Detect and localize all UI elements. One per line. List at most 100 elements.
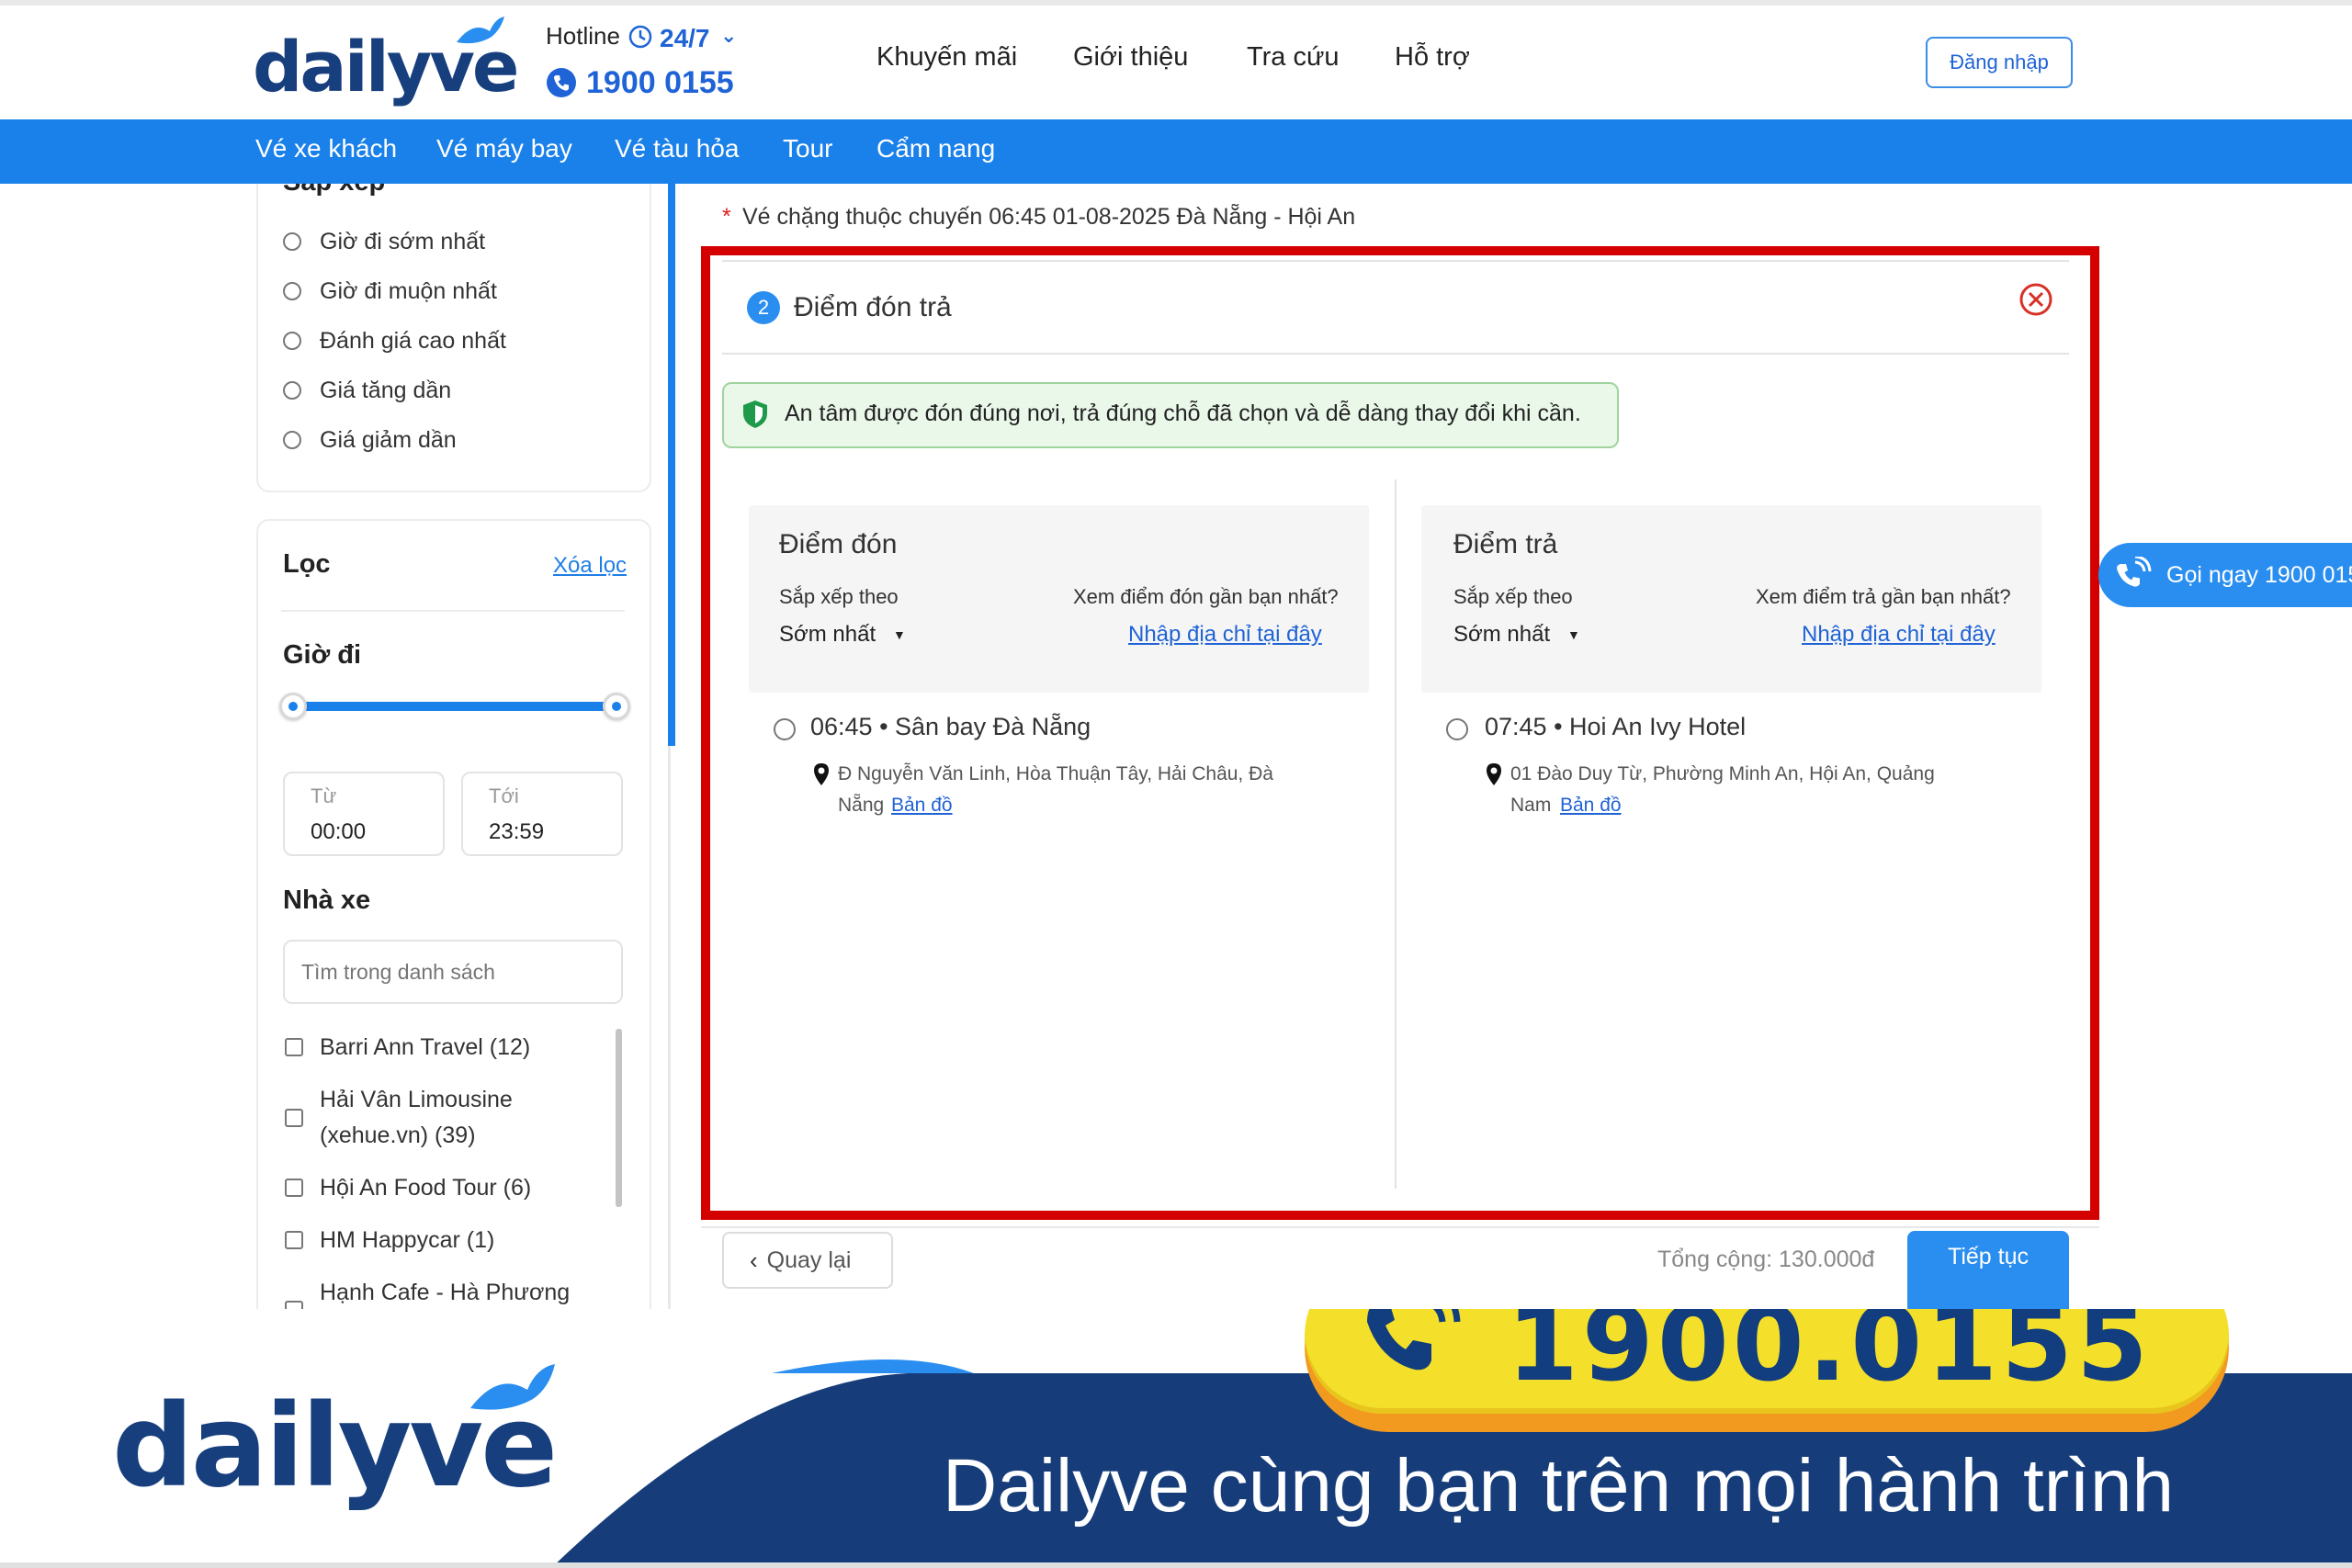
sort-radio[interactable] [283,431,301,449]
logo-bird-icon [457,17,504,44]
dropoff-map-link[interactable]: Bản đồ [1560,790,1622,821]
hotline-label: Hotline [546,22,620,50]
column-separator [1395,479,1396,1189]
pickup-sort-select[interactable]: Sớm nhất ▼ [779,622,908,651]
dropoff-address-line2: Nam [1510,795,1552,816]
results-scroll-indicator[interactable] [668,184,675,746]
chevron-left-icon: ‹ [750,1246,758,1274]
operator-checkbox[interactable] [285,1231,303,1249]
time-to-field[interactable]: Tới 23:59 [461,772,623,856]
pickup-sort-value: Sớm nhất [779,622,876,647]
pickup-address-link[interactable]: Nhập địa chỉ tại đây [1128,622,1322,648]
divider [281,610,625,612]
operator-label[interactable]: Hải Vân Limousine [320,1087,513,1113]
operator-label[interactable]: Hội An Food Tour (6) [320,1175,531,1201]
hotline-hours: 24/7 [660,24,710,52]
continue-label: Tiếp tục [1947,1244,2029,1269]
banner-phone-icon [1367,1309,1461,1371]
dropoff-address-link[interactable]: Nhập địa chỉ tại đây [1802,622,1996,648]
slider-handle-end[interactable] [603,693,630,720]
nav-khuyen-mai[interactable]: Khuyến mãi [876,42,1017,73]
sort-option-label[interactable]: Giờ đi muộn nhất [320,278,497,305]
pickup-sort-label: Sắp xếp theo [779,585,899,608]
operator-scrollbar[interactable] [616,1029,622,1207]
dropoff-address-line1: 01 Đào Duy Từ, Phường Minh An, Hội An, Q… [1510,763,1935,784]
header-logo[interactable]: dailyve [253,15,519,107]
dropoff-stop-label[interactable]: 07:45 • Hoi An Ivy Hotel [1485,713,1746,741]
caret-down-icon: ▼ [893,627,906,642]
sort-option-label[interactable]: Đánh giá cao nhất [320,328,506,355]
sort-option-label[interactable]: Giờ đi sớm nhất [320,229,485,255]
depart-time-title: Giờ đi [283,640,362,670]
location-pin-icon [814,763,829,785]
close-icon[interactable] [2018,281,2054,318]
sort-radio[interactable] [283,282,301,300]
chevron-down-icon[interactable]: ⌄ [720,24,737,48]
nav-tra-cuu[interactable]: Tra cứu [1247,42,1340,73]
tab-bus[interactable]: Vé xe khách [255,134,397,164]
banner-logo: dailyve [112,1364,590,1513]
pickup-stop-label[interactable]: 06:45 • Sân bay Đà Nẵng [810,713,1091,741]
clock-icon [628,25,652,49]
shield-icon [743,400,767,428]
time-from-field[interactable]: Từ 00:00 [283,772,445,856]
phone-ring-icon [2117,557,2152,587]
pickup-map-link[interactable]: Bản đồ [891,790,953,821]
slider-handle-start[interactable] [279,693,307,720]
pickup-title: Điểm đón [779,529,898,559]
time-from-value: 00:00 [311,819,367,844]
sort-option-label[interactable]: Giá tăng dần [320,378,451,404]
operator-title: Nhà xe [283,886,371,915]
operator-search-input[interactable] [283,940,623,1004]
banner-slogan: Dailyve cùng bạn trên mọi hành trình [943,1444,2175,1528]
time-to-label: Tới [489,784,519,807]
caret-down-icon: ▼ [1567,627,1580,642]
dropoff-nearest-question: Xem điểm trả gần bạn nhất? [1756,585,2011,608]
time-from-label: Từ [311,784,337,807]
operator-label[interactable]: Hạnh Cafe - Hà Phương [320,1280,570,1306]
banner-phone-number: 1900.0155 [1507,1309,2152,1404]
continue-button[interactable]: Tiếp tục [1907,1231,2069,1309]
tab-guide[interactable]: Cẩm nang [876,134,995,164]
operator-checkbox[interactable] [285,1038,303,1056]
back-label: Quay lại [766,1247,852,1273]
nav-gioi-thieu[interactable]: Giới thiệu [1073,42,1188,73]
divider [722,353,2069,355]
dropoff-sort-select[interactable]: Sớm nhất ▼ [1453,622,1582,651]
tab-flight[interactable]: Vé máy bay [436,134,572,164]
operator-label[interactable]: Barri Ann Travel (12) [320,1034,530,1061]
operator-label-cont[interactable]: (xehue.vn) (39) [320,1122,476,1149]
location-pin-icon [1487,763,1501,785]
pickup-nearest-question: Xem điểm đón gần bạn nhất? [1073,585,1339,608]
promo-banner: dailyve 1900.0155 Dailyve cùng bạn trên … [0,1309,2352,1568]
pickup-stop-radio[interactable] [774,718,796,740]
time-slider-track[interactable] [292,702,617,711]
login-button[interactable]: Đăng nhập [1926,37,2073,88]
total-price: Tổng cộng: 130.000đ [1657,1247,1875,1272]
dropoff-title: Điểm trả [1453,529,1558,559]
sort-radio[interactable] [283,232,301,251]
tab-tour[interactable]: Tour [783,134,832,164]
nav-ho-tro[interactable]: Hỗ trợ [1395,42,1470,73]
pickup-address-line1: Đ Nguyễn Văn Linh, Hòa Thuận Tây, Hải Ch… [838,763,1273,784]
phone-icon [547,68,576,97]
sort-option-label[interactable]: Giá giảm dần [320,427,457,454]
dropoff-sort-label: Sắp xếp theo [1453,585,1573,608]
step-number-badge: 2 [747,291,780,324]
tab-train[interactable]: Vé tàu hỏa [615,134,739,164]
call-now-button[interactable]: Gọi ngay 1900 015 [2098,543,2352,607]
pickup-address-line2: Nẵng [838,795,885,816]
operator-checkbox[interactable] [285,1179,303,1197]
operator-checkbox[interactable] [285,1109,303,1127]
hotline-number[interactable]: 1900 0155 [586,65,734,101]
sort-radio[interactable] [283,381,301,400]
operator-label[interactable]: HM Happycar (1) [320,1227,494,1254]
note-star: * [722,204,731,230]
logo-bird-icon [470,1364,555,1410]
dropoff-sort-value: Sớm nhất [1453,622,1551,647]
dropoff-stop-radio[interactable] [1446,718,1468,740]
back-button[interactable]: ‹ Quay lại [722,1232,893,1289]
step-footer-divider [701,1226,2099,1228]
sort-radio[interactable] [283,332,301,350]
clear-filter-link[interactable]: Xóa lọc [553,553,627,579]
